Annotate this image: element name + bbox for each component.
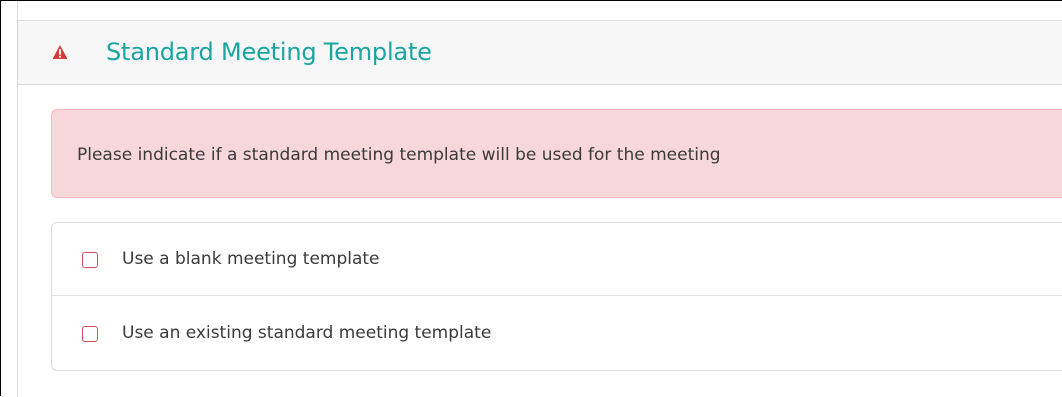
section-title: Standard Meeting Template [106,38,432,66]
option-blank-template[interactable]: Use a blank meeting template [52,223,1062,296]
existing-template-checkbox[interactable] [82,326,98,342]
option-existing-template[interactable]: Use an existing standard meeting templat… [52,297,1062,370]
template-options-list: Use a blank meeting template Use an exis… [51,222,1062,371]
alert-message: Please indicate if a standard meeting te… [77,145,721,165]
section-header[interactable]: Standard Meeting Template [18,21,1062,85]
warning-triangle-icon [52,45,68,59]
section-panel: Standard Meeting Template Please indicat… [17,1,1062,397]
screenshot-frame: Standard Meeting Template Please indicat… [0,0,1062,397]
panel-top-strip [18,1,1062,21]
option-label: Use an existing standard meeting templat… [122,323,492,343]
blank-template-checkbox[interactable] [82,252,98,268]
validation-alert: Please indicate if a standard meeting te… [51,109,1062,198]
option-label: Use a blank meeting template [122,249,380,269]
